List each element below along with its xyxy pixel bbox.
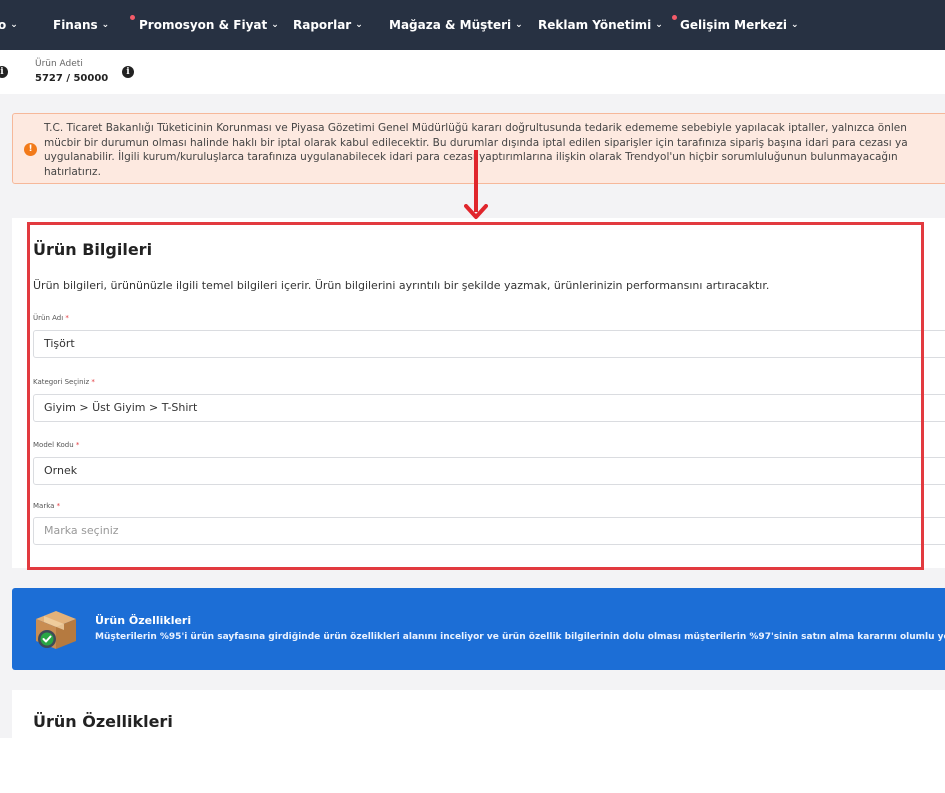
chevron-down-icon: ⌄ bbox=[101, 20, 110, 30]
warning-line: T.C. Ticaret Bakanlığı Tüketicinin Korun… bbox=[44, 122, 907, 134]
warning-line: uygulanabilir. İlgili kurum/kuruluşlarca… bbox=[44, 151, 898, 163]
notification-dot bbox=[130, 15, 135, 20]
product-count-value: 5727 / 50000 bbox=[35, 73, 109, 84]
chevron-down-icon: ⌄ bbox=[791, 20, 799, 30]
chevron-down-icon: ⌄ bbox=[655, 20, 663, 30]
nav-item-label: o bbox=[0, 18, 7, 32]
nav-item-partial[interactable]: o ⌄ bbox=[0, 0, 18, 50]
warning-text: T.C. Ticaret Bakanlığı Tüketicinin Korun… bbox=[44, 121, 945, 179]
nav-item-magaza-musteri[interactable]: Mağaza & Müşteri ⌄ bbox=[389, 0, 523, 50]
warning-line: mücbir bir durumun olması halinde haklı … bbox=[44, 136, 908, 149]
nav-item-promosyon-fiyat[interactable]: Promosyon & Fiyat ⌄ bbox=[139, 0, 279, 50]
annotation-arrow-icon bbox=[464, 204, 488, 219]
nav-item-reklam-yonetimi[interactable]: Reklam Yönetimi ⌄ bbox=[538, 0, 663, 50]
nav-item-raporlar[interactable]: Raporlar ⌄ bbox=[293, 0, 363, 50]
nav-item-label: Gelişim Merkezi bbox=[680, 18, 788, 32]
chevron-down-icon: ⌄ bbox=[355, 20, 363, 30]
product-features-title: Ürün Özellikleri bbox=[33, 712, 173, 731]
nav-item-finans[interactable]: Finans ⌄ bbox=[53, 0, 109, 50]
nav-item-gelisim-merkezi[interactable]: Gelişim Merkezi ⌄ bbox=[680, 0, 799, 50]
notification-dot bbox=[672, 15, 677, 20]
product-features-banner bbox=[12, 588, 945, 670]
chevron-down-icon: ⌄ bbox=[271, 20, 279, 30]
top-nav: o ⌄ Finans ⌄ Promosyon & Fiyat ⌄ Raporlar ⌄ … bbox=[0, 0, 945, 50]
page: o ⌄ Finans ⌄ Promosyon & Fiyat ⌄ Raporlar ⌄ … bbox=[0, 0, 945, 738]
warning-line: hatırlatırız. bbox=[44, 165, 101, 178]
annotation-arrow-shaft bbox=[474, 150, 478, 212]
nav-item-label: Finans bbox=[53, 18, 98, 32]
banner-title: Ürün Özellikleri bbox=[95, 614, 192, 627]
chevron-down-icon: ⌄ bbox=[515, 20, 523, 30]
info-icon[interactable]: i bbox=[122, 66, 134, 78]
product-count-label: Ürün Adeti bbox=[35, 59, 83, 69]
nav-item-label: Promosyon & Fiyat bbox=[139, 18, 268, 32]
nav-item-label: Mağaza & Müşteri bbox=[389, 18, 512, 32]
warning-icon: ! bbox=[24, 143, 37, 156]
stats-bar: i Ürün Adeti 5727 / 50000 i bbox=[0, 50, 945, 94]
nav-item-label: Raporlar bbox=[293, 18, 352, 32]
box-check-icon bbox=[36, 611, 76, 649]
nav-item-label: Reklam Yönetimi bbox=[538, 18, 652, 32]
warning-alert: ! T.C. Ticaret Bakanlığı Tüketicinin Kor… bbox=[12, 113, 945, 184]
info-icon[interactable]: i bbox=[0, 66, 8, 78]
banner-text: Müşterilerin %95'i ürün sayfasına girdiğ… bbox=[95, 632, 945, 642]
chevron-down-icon: ⌄ bbox=[10, 20, 18, 30]
highlight-box bbox=[27, 222, 924, 570]
